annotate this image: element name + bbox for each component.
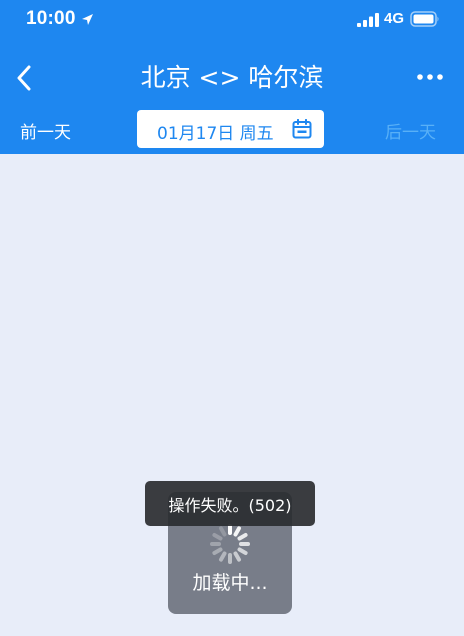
selected-date: 01月17日 周五 bbox=[157, 124, 274, 144]
more-dots-icon bbox=[417, 74, 443, 80]
spinner-icon bbox=[210, 524, 250, 564]
calendar-icon bbox=[292, 119, 312, 139]
previous-day-button[interactable]: 前一天 bbox=[20, 118, 71, 143]
header-bar: 10:00 4G 北京 <> 哈尔滨 前一天 01月17日 周五 后一天 bbox=[0, 0, 464, 154]
cellular-signal-icon bbox=[357, 13, 379, 27]
loading-label: 加载中... bbox=[192, 572, 268, 594]
next-day-button[interactable]: 后一天 bbox=[385, 118, 436, 143]
more-button[interactable] bbox=[412, 62, 448, 92]
location-arrow-icon bbox=[82, 14, 93, 25]
chevron-left-icon bbox=[17, 65, 31, 91]
status-bar: 10:00 4G bbox=[0, 0, 464, 44]
battery-icon bbox=[410, 11, 439, 27]
network-type: 4G bbox=[384, 10, 405, 27]
route-title: 北京 <> 哈尔滨 bbox=[140, 63, 324, 92]
date-picker-button[interactable]: 01月17日 周五 bbox=[137, 110, 324, 148]
error-message: 操作失败。(502) bbox=[168, 496, 292, 515]
error-toast: 操作失败。(502) bbox=[145, 481, 315, 526]
back-button[interactable] bbox=[8, 58, 40, 98]
status-time: 10:00 bbox=[26, 8, 76, 29]
flight-search-screen: 10:00 4G 北京 <> 哈尔滨 前一天 01月17日 周五 后一天 加载中… bbox=[0, 0, 464, 636]
